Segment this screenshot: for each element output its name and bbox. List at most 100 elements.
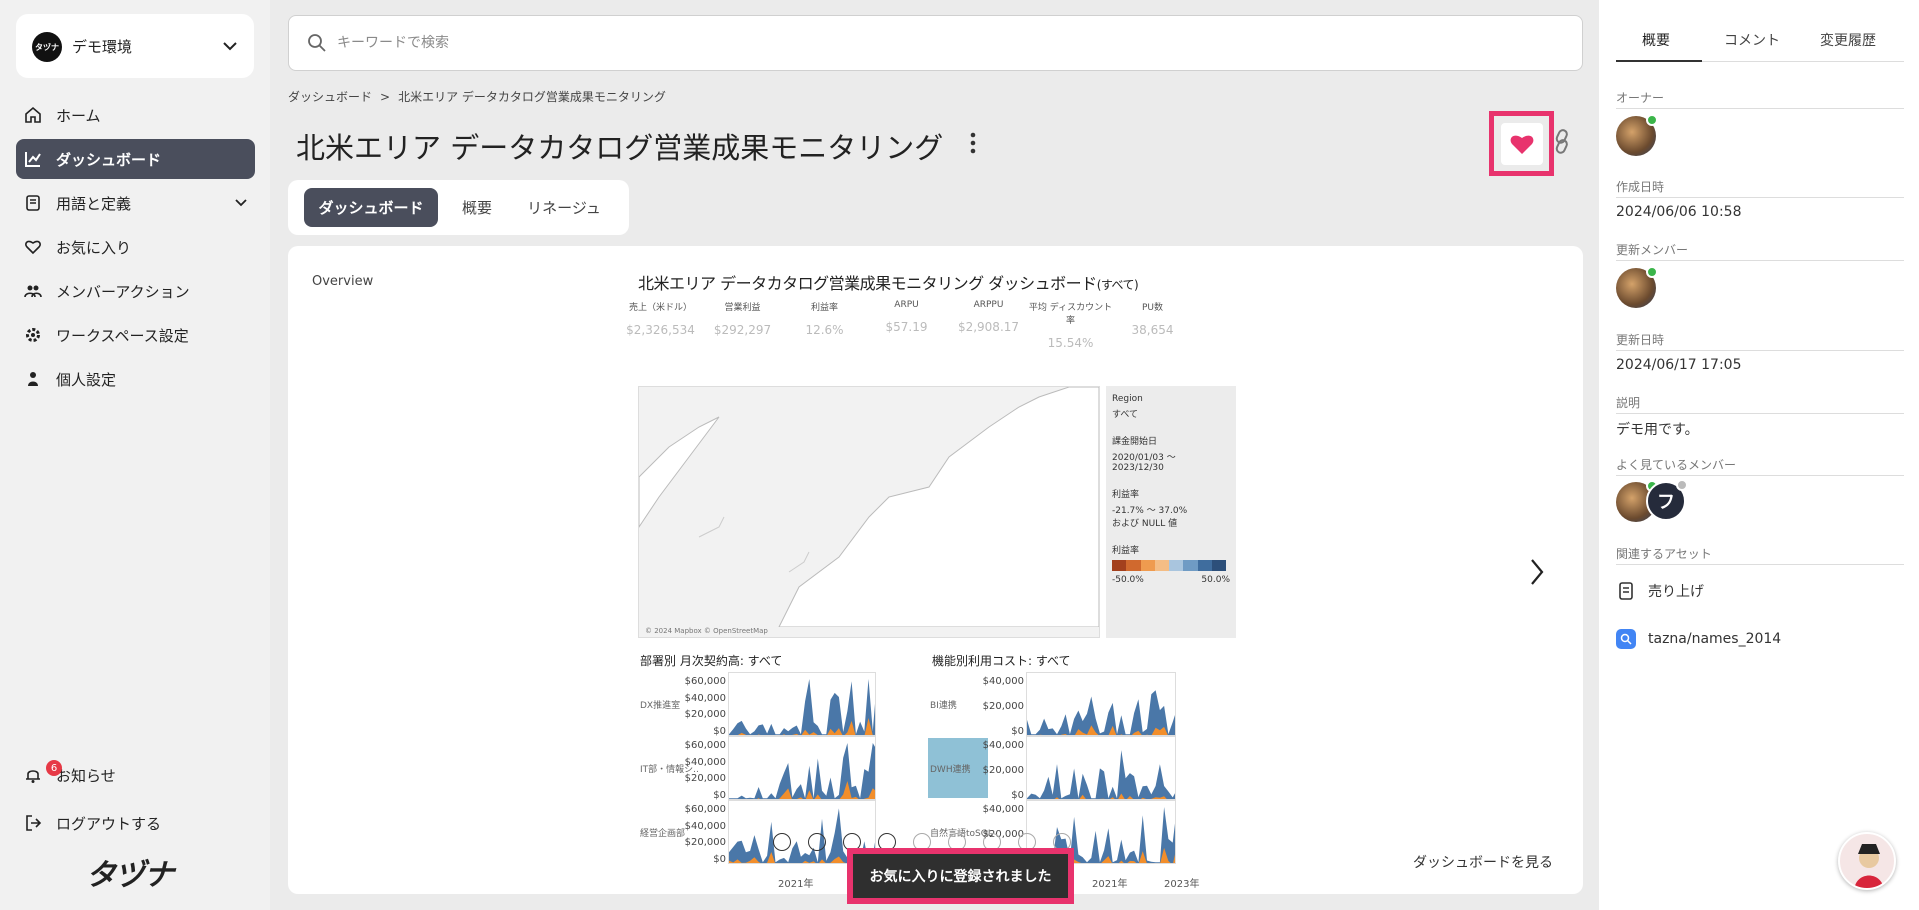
tab-dashboard[interactable]: ダッシュボード [304, 188, 438, 227]
offline-indicator [1676, 479, 1688, 491]
tab-comments[interactable]: コメント [1724, 30, 1780, 50]
workspace-switcher[interactable]: タヅナ デモ環境 [16, 14, 254, 78]
legend-swatch [1183, 560, 1198, 571]
updated-label: 更新日時 [1616, 331, 1904, 351]
view-dashboard-link[interactable]: ダッシュボードを見る [1413, 852, 1553, 872]
map-credit: © 2024 Mapbox © OpenStreetMap [645, 627, 768, 635]
nav-item-home[interactable]: ホーム [16, 95, 255, 135]
chevron-down-icon [223, 42, 237, 51]
assistant-chat-button[interactable] [1838, 832, 1896, 890]
kpi-value: 15.54% [1047, 336, 1094, 350]
search-input[interactable] [337, 31, 1537, 55]
bigquery-icon [1616, 629, 1636, 649]
preview-sheet-label: Overview [312, 274, 374, 289]
kpi-label: ARPPU [973, 300, 1004, 310]
tab-summary[interactable]: 概要 [1642, 30, 1670, 50]
y-tick-label: $0 [713, 854, 726, 865]
tab-history[interactable]: 変更履歴 [1820, 30, 1876, 50]
filter-margin[interactable]: 利益率 -21.7% 〜 37.0% および NULL 値 [1112, 487, 1230, 529]
nav-label: ダッシュボード [56, 150, 162, 169]
online-indicator [1646, 114, 1658, 126]
nav-label: お気に入り [56, 238, 132, 257]
frequent-viewers-label: よく見ているメンバー [1616, 456, 1904, 476]
nav-item-workspace-settings[interactable]: ワークスペース設定 [16, 315, 255, 355]
updater-avatar[interactable] [1616, 266, 1658, 308]
filter-label: 課金開始日 [1112, 437, 1158, 447]
legend-label: 利益率 [1112, 546, 1140, 556]
breadcrumb: ダッシュボード > 北米エリア データカタログ営業成果モニタリング [288, 88, 674, 105]
nav-item-dashboard[interactable]: ダッシュボード [16, 139, 255, 179]
created-value: 2024/06/06 10:58 [1616, 204, 1742, 220]
nav-item-personal-settings[interactable]: 個人設定 [16, 359, 255, 399]
filter-region[interactable]: Region すべて [1112, 394, 1230, 420]
kpi-discount: 平均 ディスカウント率 15.54% [1028, 300, 1113, 350]
legend-swatch [1169, 560, 1184, 571]
nav-label: メンバーアクション [56, 282, 190, 301]
viewer-avatar-initial[interactable]: フ [1646, 479, 1688, 521]
filter-label: 利益率 [1112, 490, 1140, 500]
tab-overview[interactable]: 概要 [448, 188, 506, 227]
y-tick-label: $20,000 [982, 765, 1024, 776]
chevron-down-icon[interactable] [233, 195, 249, 211]
chevron-right-icon[interactable] [1528, 556, 1546, 588]
kpi-value: $292,297 [713, 323, 772, 337]
workspace-logo: タヅナ [32, 32, 62, 62]
y-tick-label: $0 [1011, 726, 1024, 737]
kpi-label: ARPU [894, 300, 919, 310]
search-bar[interactable] [288, 15, 1583, 71]
toast-notification: お気に入りに登録されました [847, 848, 1074, 904]
nav-item-member-actions[interactable]: メンバーアクション [16, 271, 255, 311]
logout-button[interactable]: ログアウトする [16, 803, 255, 843]
nav-label: ログアウトする [56, 814, 162, 833]
filter-panel: Region すべて 課金開始日 2020/01/03 〜 2023/12/30 利… [1106, 386, 1236, 638]
favorite-button[interactable] [1489, 111, 1554, 176]
carousel-dot[interactable] [808, 833, 826, 851]
updater-label: 更新メンバー [1616, 241, 1904, 261]
carousel-dot[interactable] [773, 833, 791, 851]
area-plot [1026, 736, 1176, 800]
nav-label: 用語と定義 [56, 194, 132, 213]
description-value: デモ用です。 [1616, 422, 1699, 438]
related-assets-label: 関連するアセット [1616, 545, 1904, 565]
filter-label: Region [1112, 394, 1143, 404]
y-tick-label: $60,000 [684, 804, 726, 815]
notification-badge: 6 [46, 760, 62, 776]
y-tick-label: $40,000 [684, 692, 726, 704]
left-x-tick: 2021年 [778, 879, 814, 890]
filter-value: すべて [1112, 410, 1139, 420]
owner-avatar[interactable] [1616, 114, 1658, 156]
link-icon[interactable] [1551, 128, 1573, 156]
related-asset-item[interactable]: tazna/names_2014 [1616, 629, 1781, 649]
nav-item-favorites[interactable]: お気に入り [16, 227, 255, 267]
dashboard-title-suffix: (すべて) [1096, 278, 1139, 292]
breadcrumb-link-dashboard[interactable]: ダッシュボード [288, 90, 372, 104]
dashboard-thumbnail[interactable]: 北米エリア データカタログ営業成果モニタリング ダッシュボード(すべて) 売上（… [626, 270, 1258, 894]
search-icon [308, 34, 326, 52]
filter-date[interactable]: 課金開始日 2020/01/03 〜 2023/12/30 [1112, 434, 1230, 473]
detail-panel: 概要 コメント 変更履歴 オーナー 作成日時 2024/06/06 10:58 … [1599, 0, 1919, 910]
content-tabs: ダッシュボード 概要 リネージュ [288, 180, 629, 235]
related-asset-item[interactable]: 売り上げ [1616, 581, 1704, 601]
active-tab-indicator [1616, 60, 1702, 62]
asset-name: tazna/names_2014 [1648, 631, 1782, 647]
tab-lineage[interactable]: リネージュ [516, 188, 612, 227]
area-plot [728, 736, 876, 800]
nav-item-notifications[interactable]: 6 お知らせ [16, 755, 255, 795]
more-options-icon[interactable] [962, 128, 984, 158]
breadcrumb-current: 北米エリア データカタログ営業成果モニタリング [398, 90, 666, 104]
kpi-value: 12.6% [805, 323, 844, 337]
kpi-value: $57.19 [885, 320, 928, 334]
gear-icon [24, 326, 42, 344]
margin-legend: 利益率 -50.0% 50.0% [1112, 543, 1230, 585]
legend-swatch [1154, 560, 1169, 571]
filter-value: -21.7% 〜 37.0% [1112, 506, 1188, 516]
owner-label: オーナー [1616, 89, 1904, 109]
nav-item-glossary[interactable]: 用語と定義 [16, 183, 255, 223]
legend-swatch [1197, 560, 1212, 571]
home-icon [24, 106, 42, 124]
dashboard-title: 北米エリア データカタログ営業成果モニタリング ダッシュボード(すべて) [638, 270, 1139, 294]
kpi-value: $2,326,534 [626, 323, 695, 337]
right-x-tick: 2021年 [1092, 879, 1128, 890]
y-tick-label: $40,000 [684, 820, 726, 832]
kpi-value: 38,654 [1131, 323, 1174, 337]
